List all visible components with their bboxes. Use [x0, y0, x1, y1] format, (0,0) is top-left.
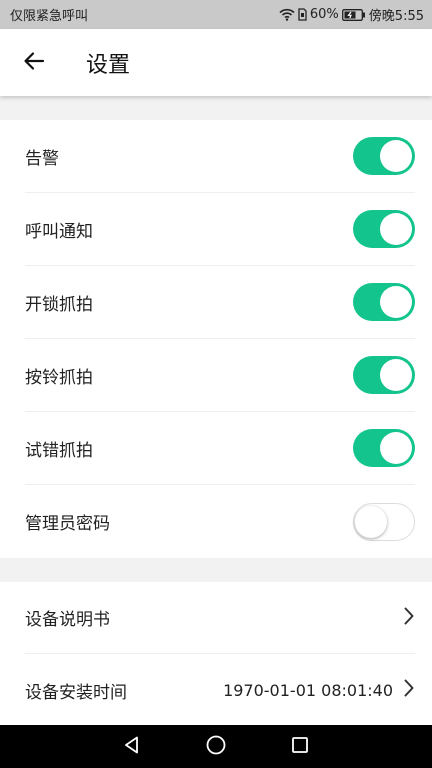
nav-back-button[interactable]: [117, 732, 147, 762]
wifi-icon: [279, 8, 295, 21]
info-settings-card: 设备说明书 设备安装时间 1970-01-01 08:01:40: [0, 582, 432, 725]
setting-label: 设备安装时间: [25, 682, 127, 703]
setting-label: 按铃抓拍: [25, 367, 93, 388]
page-title: 设置: [86, 52, 131, 78]
setting-row-call-notification: 呼叫通知: [25, 193, 415, 266]
admin-password-toggle[interactable]: [353, 502, 415, 541]
setting-row-admin-password: 管理员密码: [25, 485, 415, 558]
status-bar: 仅限紧急呼叫 60% 傍晚5:55: [0, 0, 432, 29]
install-time-row[interactable]: 设备安装时间 1970-01-01 08:01:40: [25, 654, 415, 726]
setting-label: 设备说明书: [25, 610, 110, 630]
setting-label: 告警: [25, 148, 59, 169]
square-recents-icon: [290, 735, 310, 759]
triangle-back-icon: [122, 735, 142, 759]
setting-row-wrong-attempt-snapshot: 试错抓拍: [25, 412, 415, 485]
alarm-toggle[interactable]: [353, 137, 415, 175]
back-button[interactable]: [0, 29, 70, 96]
setting-label: 试错抓拍: [25, 440, 93, 461]
nav-recents-button[interactable]: [285, 732, 315, 762]
unlock-snapshot-toggle[interactable]: [353, 283, 415, 321]
install-time-value: 1970-01-01 08:01:40: [223, 680, 393, 700]
circle-home-icon: [205, 734, 227, 760]
app-bar: 设置: [0, 29, 432, 96]
call-notification-toggle[interactable]: [353, 210, 415, 248]
setting-row-alarm: 告警: [25, 120, 415, 193]
setting-label: 呼叫通知: [25, 221, 93, 242]
setting-row-unlock-snapshot: 开锁抓拍: [25, 266, 415, 339]
chevron-right-icon: [403, 606, 415, 630]
battery-icon: [341, 8, 366, 21]
setting-label: 管理员密码: [25, 514, 110, 534]
clock-text: 傍晚5:55: [368, 9, 424, 24]
setting-label: 开锁抓拍: [25, 294, 93, 315]
doorbell-snapshot-toggle[interactable]: [353, 356, 415, 394]
nav-home-button[interactable]: [201, 732, 231, 762]
wrong-attempt-snapshot-toggle[interactable]: [353, 429, 415, 467]
battery-percent: 60%: [309, 7, 339, 22]
arrow-left-icon: [23, 51, 45, 75]
setting-row-doorbell-snapshot: 按铃抓拍: [25, 339, 415, 412]
system-navigation-bar: [0, 725, 432, 768]
sim-card-icon: [298, 8, 307, 21]
chevron-right-icon: [403, 678, 415, 702]
toggle-settings-card: 告警 呼叫通知 开锁抓拍 按铃抓拍 试错抓拍 管理员密码: [0, 120, 432, 558]
status-icons: 60% 傍晚5:55: [279, 5, 424, 24]
device-manual-row[interactable]: 设备说明书: [25, 582, 415, 654]
carrier-text: 仅限紧急呼叫: [10, 9, 89, 24]
